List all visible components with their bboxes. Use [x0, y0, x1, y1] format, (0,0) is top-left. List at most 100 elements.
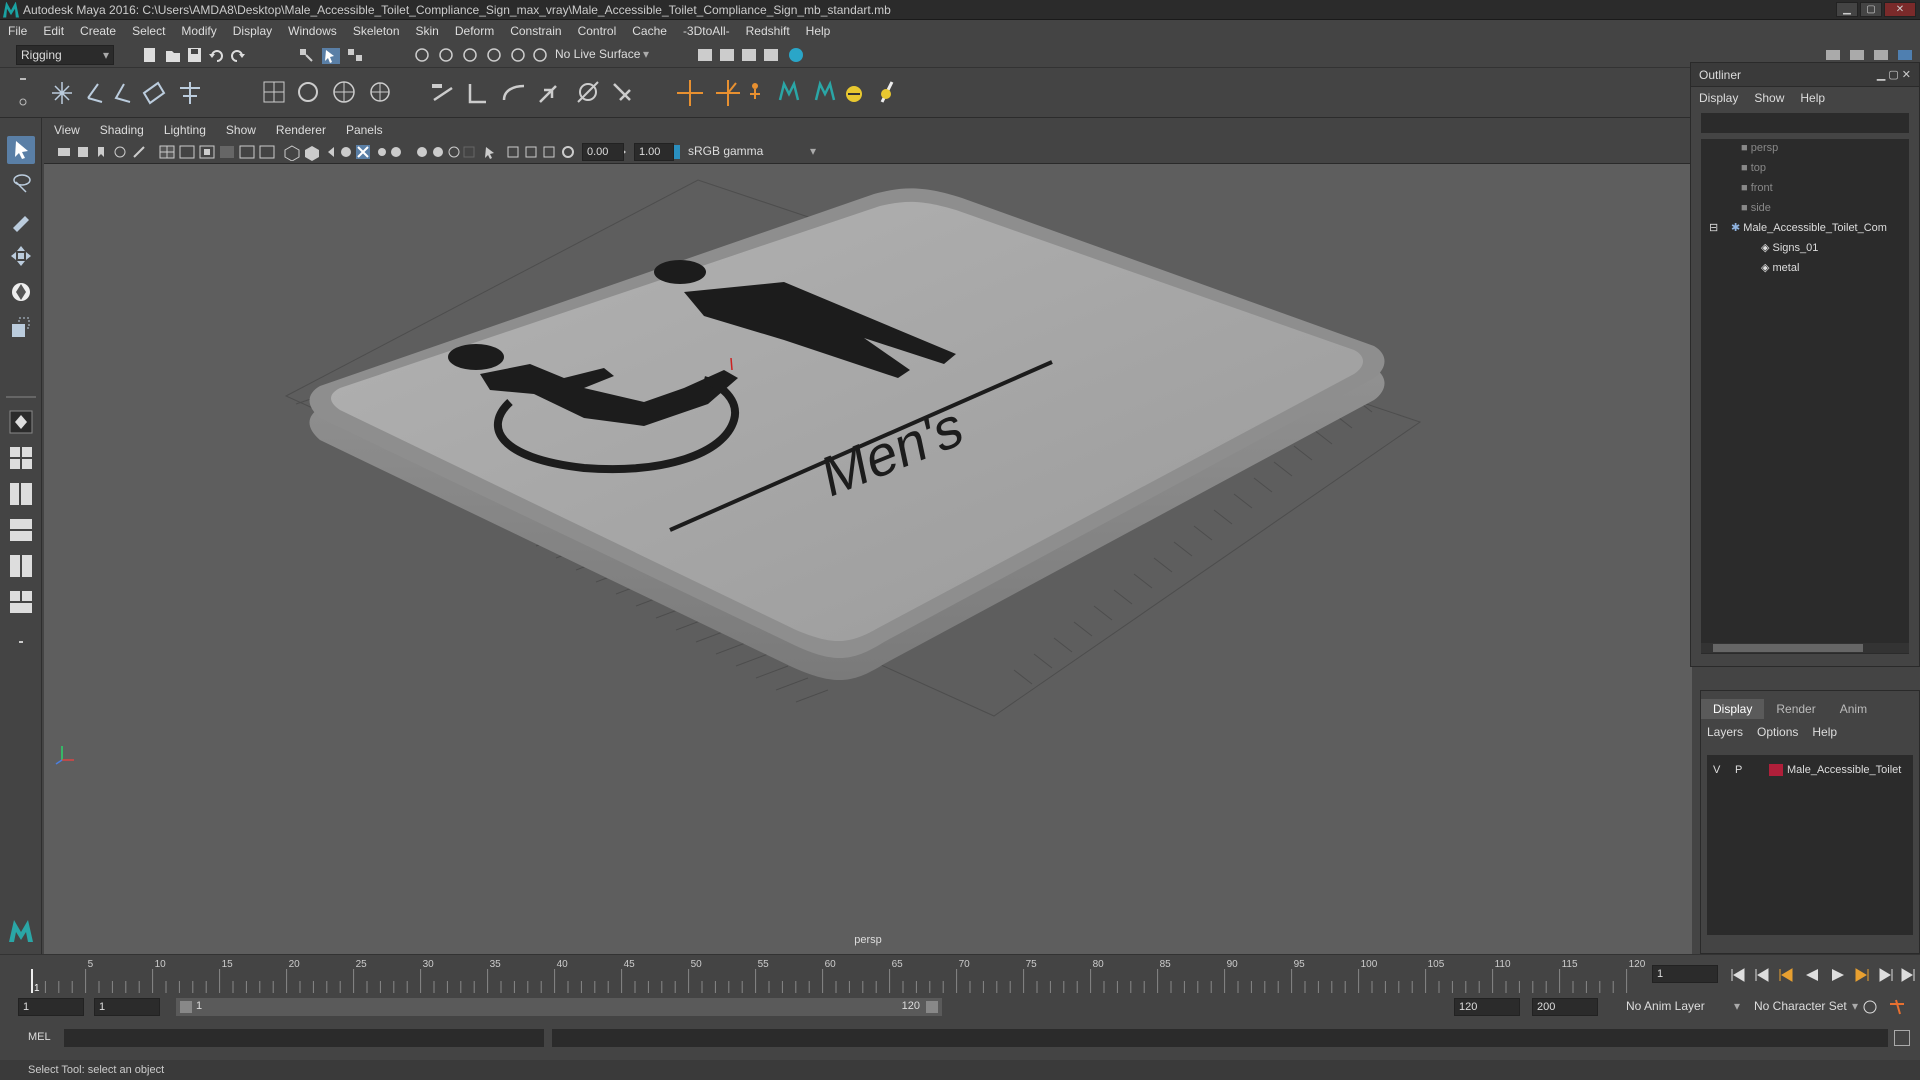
- paint-select-tool-icon[interactable]: [7, 206, 35, 234]
- maya-script-2-icon[interactable]: [814, 80, 836, 101]
- bookmark-icon[interactable]: [78, 147, 88, 157]
- snap-grid-icon[interactable]: [415, 48, 429, 62]
- go-to-end-icon[interactable]: [1901, 968, 1915, 982]
- outliner-expand-toggle[interactable]: ⊟: [1709, 219, 1718, 237]
- tab-render[interactable]: Render: [1764, 699, 1827, 719]
- camera-attributes-icon[interactable]: [58, 148, 70, 156]
- 2d-pan-zoom-icon[interactable]: [114, 146, 126, 158]
- safe-action-icon[interactable]: [259, 145, 275, 159]
- render-settings-icon[interactable]: [698, 49, 712, 61]
- blend-shape-icon[interactable]: [333, 81, 355, 103]
- depth-of-field-icon[interactable]: [463, 146, 475, 158]
- outliner-item[interactable]: ■ persp: [1741, 139, 1778, 157]
- wireframe-on-shaded-icon[interactable]: [341, 147, 351, 157]
- render-view-icon[interactable]: [764, 49, 778, 61]
- smooth-shade-icon[interactable]: [305, 146, 319, 161]
- layer-playback-toggle[interactable]: P: [1735, 761, 1742, 779]
- layer-menu-help[interactable]: Help: [1812, 725, 1837, 739]
- menu-modify[interactable]: Modify: [173, 24, 224, 38]
- mel-script-icon[interactable]: [880, 81, 894, 103]
- range-start-handle[interactable]: [180, 1001, 192, 1013]
- script-editor-icon[interactable]: [1894, 1030, 1910, 1046]
- rotate-tool-icon[interactable]: [7, 278, 35, 306]
- play-forwards-icon[interactable]: [1832, 969, 1844, 981]
- hypershade-layout-icon[interactable]: [7, 552, 35, 580]
- scale-tool-icon[interactable]: [7, 314, 35, 342]
- tab-display[interactable]: Display: [1701, 699, 1765, 719]
- panel-menu-show[interactable]: Show: [216, 123, 266, 137]
- ipr-render-icon[interactable]: [742, 49, 756, 61]
- field-chart-icon[interactable]: [239, 145, 255, 159]
- attribute-editor-icon[interactable]: [1850, 50, 1864, 60]
- animation-start-field[interactable]: 1: [18, 998, 84, 1016]
- select-hierarchy-icon[interactable]: [300, 49, 313, 62]
- motion-blur-icon[interactable]: [433, 147, 443, 157]
- outliner-menu-help[interactable]: Help: [1792, 91, 1833, 105]
- minimize-button[interactable]: ▁: [1836, 2, 1858, 17]
- mel-label[interactable]: MEL: [28, 1031, 51, 1043]
- panel-menu-shading[interactable]: Shading: [90, 123, 154, 137]
- go-to-start-icon[interactable]: [1731, 968, 1745, 982]
- locator-icon[interactable]: [677, 80, 703, 106]
- menu-skin[interactable]: Skin: [408, 24, 447, 38]
- textured-icon[interactable]: [356, 145, 370, 159]
- menu-display[interactable]: Display: [225, 24, 280, 38]
- ik-handle-icon[interactable]: [87, 83, 103, 103]
- human-ik-icon[interactable]: [750, 83, 760, 99]
- shadows-icon[interactable]: [391, 147, 401, 157]
- playback-start-field[interactable]: 1: [94, 998, 160, 1016]
- menu-windows[interactable]: Windows: [280, 24, 345, 38]
- animation-end-field[interactable]: 200: [1532, 998, 1598, 1016]
- render-current-frame-icon[interactable]: [720, 49, 734, 61]
- maya-script-icon[interactable]: [778, 80, 800, 101]
- pole-vector-icon[interactable]: [613, 83, 631, 101]
- menu-deform[interactable]: Deform: [447, 24, 502, 38]
- select-tool-icon[interactable]: [7, 136, 35, 164]
- grid-toggle-icon[interactable]: [159, 145, 175, 159]
- outliner-scrollbar[interactable]: [1701, 643, 1909, 653]
- orient-constraint-icon[interactable]: [502, 84, 525, 101]
- use-all-lights-icon[interactable]: [378, 148, 386, 156]
- menu-help[interactable]: Help: [798, 24, 839, 38]
- ik-fk-switch-icon[interactable]: [716, 80, 740, 106]
- default-material-icon[interactable]: [328, 147, 334, 157]
- tool-settings-icon[interactable]: [1874, 50, 1888, 60]
- outliner-item[interactable]: ✱ Male_Accessible_Toilet_Com: [1731, 219, 1887, 237]
- toolbox-collapse-icon[interactable]: [7, 628, 35, 656]
- layer-row[interactable]: V P Male_Accessible_Toilet: [1707, 761, 1913, 779]
- select-component-icon[interactable]: [348, 49, 362, 61]
- snap-surface-icon[interactable]: [511, 48, 525, 62]
- menu-create[interactable]: Create: [72, 24, 124, 38]
- wireframe-icon[interactable]: [284, 145, 300, 161]
- grease-pencil-icon[interactable]: [133, 146, 145, 158]
- aim-constraint-icon[interactable]: [468, 84, 486, 104]
- menu-3dtoall[interactable]: -3DtoAll-: [675, 24, 738, 38]
- menu-file[interactable]: File: [0, 24, 35, 38]
- isolate-select-icon[interactable]: [485, 147, 494, 159]
- outliner-menu-display[interactable]: Display: [1691, 91, 1746, 105]
- select-object-icon[interactable]: [322, 48, 340, 64]
- scale-constraint-icon[interactable]: [539, 85, 557, 103]
- joint-tool-icon[interactable]: [52, 82, 72, 104]
- save-scene-icon[interactable]: [188, 48, 201, 62]
- menu-control[interactable]: Control: [570, 24, 625, 38]
- color-space-dropdown[interactable]: sRGB gamma: [684, 142, 820, 162]
- exposure-field[interactable]: 0.00: [582, 143, 624, 161]
- persp-graph-layout-icon[interactable]: [7, 516, 35, 544]
- resolution-gate-icon[interactable]: [199, 145, 215, 159]
- snap-view-plane-icon[interactable]: [487, 48, 501, 62]
- open-scene-icon[interactable]: [166, 51, 180, 62]
- redo-icon[interactable]: [231, 50, 245, 62]
- make-live-icon[interactable]: [533, 48, 547, 62]
- point-constraint-icon[interactable]: [432, 84, 453, 102]
- exposure-icon[interactable]: [562, 146, 574, 158]
- anti-aliasing-icon[interactable]: [448, 146, 460, 158]
- parent-constraint-icon[interactable]: [577, 81, 599, 103]
- hypershade-icon[interactable]: [789, 48, 803, 62]
- live-surface-field[interactable]: No Live Surface: [551, 45, 653, 65]
- modeling-toolkit-icon[interactable]: [1826, 50, 1840, 60]
- perspective-viewport[interactable]: Men's persp: [44, 164, 1692, 954]
- tab-anim[interactable]: Anim: [1828, 699, 1879, 719]
- step-forward-key-icon[interactable]: [1879, 968, 1893, 982]
- character-set-dropdown[interactable]: No Character Set: [1750, 997, 1862, 1017]
